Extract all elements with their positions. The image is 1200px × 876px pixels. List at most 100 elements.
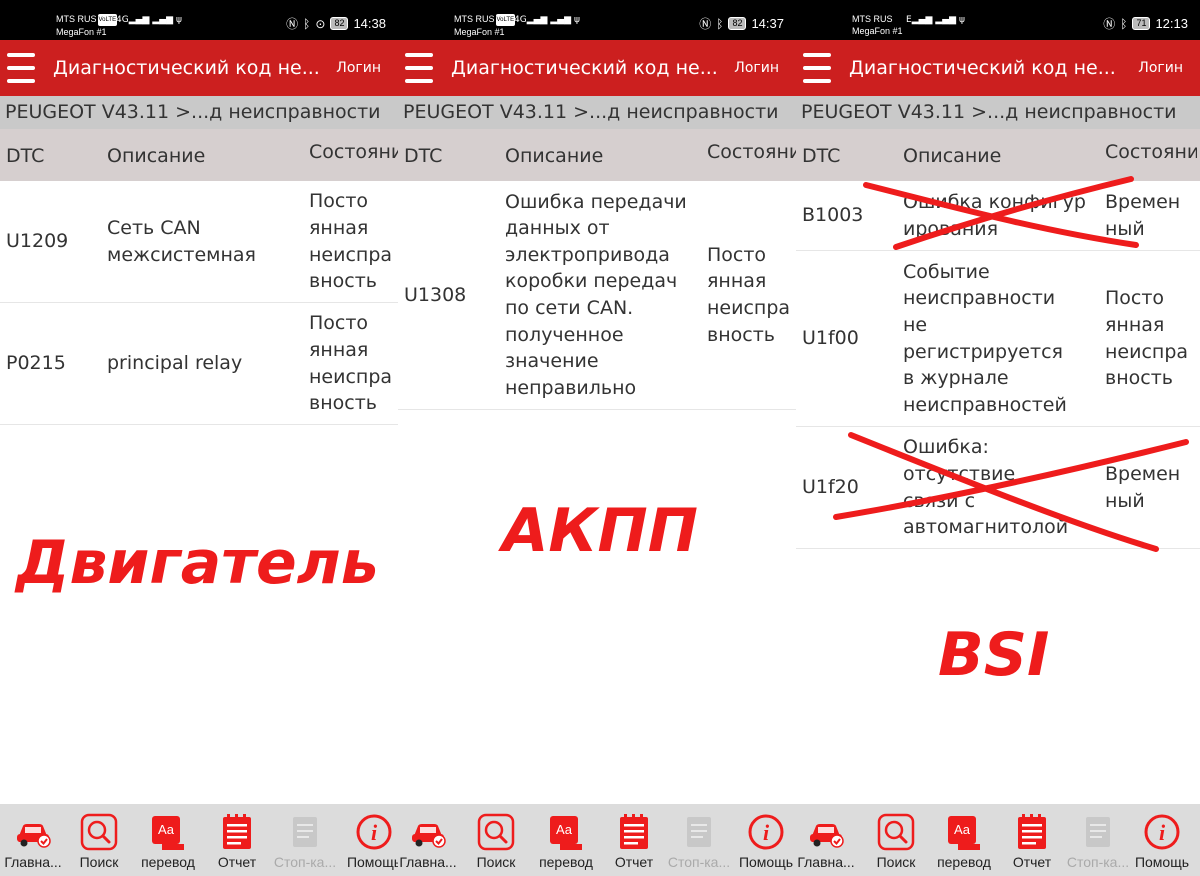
nav-label: перевод [141,854,195,870]
bluetooth-icon: ᛒ [716,16,724,31]
home-car-icon [408,812,448,852]
status-bar: MTS RUS VoLTE MegaFon #1 4G▂▄▆ ▂▄▆ ψ Ⓝ ᛒ … [398,0,796,40]
nav-label: перевод [539,854,593,870]
volte-badge: VoLTE [495,14,516,26]
table-row[interactable]: U1f20 Ошибка: отсутствие связи с автомаг… [796,427,1200,552]
dtc-description: Ошибка: отсутствие связи с автомагнитоло… [903,436,1069,539]
nav-item-report[interactable]: Отчет [999,804,1065,876]
freeze-frame-icon [679,812,719,852]
svg-text:i: i [1159,820,1166,845]
nav-item-search[interactable]: Поиск [463,804,529,876]
signal-icon: ▂▄▆ ▂▄▆ ψ [911,15,965,25]
dtc-state: Времен ный [1105,462,1181,512]
table-row[interactable]: B1003 Ошибка конфигур ирования Времен ны… [796,176,1200,251]
clock: 12:13 [1155,16,1188,31]
freeze-frame-icon [1078,812,1118,852]
svg-text:Aa: Aa [556,822,573,837]
nfc-icon: Ⓝ [699,17,712,31]
nav-item-translate[interactable]: Aa перевод [533,804,599,876]
report-icon [1012,812,1052,852]
hamburger-menu-icon[interactable] [7,53,35,83]
signal-icons: E▂▄▆ ▂▄▆ ψ [906,15,965,25]
dtc-description: Сеть CAN межсистемная [107,216,256,266]
dtc-code: U1308 [404,283,467,306]
column-header-state: Состояние [1105,141,1197,163]
table-header: DTC Описание Состояние [796,129,1200,181]
table-header: DTC Описание Состояние [398,129,796,181]
table-row[interactable]: U1209 Сеть CAN межсистемная Посто янная … [0,181,398,303]
nav-item-help-info[interactable]: i Помощь [1129,804,1195,876]
app-toolbar: Диагностический код не... Логин [0,40,398,96]
nav-item-translate[interactable]: Aa перевод [135,804,201,876]
column-header-dtc: DTC [404,145,443,167]
nav-item-home-car[interactable]: Главна... [796,804,859,876]
nav-item-home-car[interactable]: Главна... [398,804,461,876]
column-header-description: Описание [107,145,206,167]
table-row[interactable]: U1f00 Событие неисправности не регистрир… [796,251,1200,427]
nav-label: Отчет [1012,854,1052,870]
overlay-label: АКПП [502,496,698,566]
column-header-dtc: DTC [6,145,45,167]
bluetooth-icon: ᛒ [1120,16,1128,31]
status-bar: MTS RUS VoLTE MegaFon #1 4G▂▄▆ ▂▄▆ ψ Ⓝ ᛒ … [0,0,398,40]
column-header-state: Состояние [309,141,398,163]
nav-item-translate[interactable]: Aa перевод [931,804,997,876]
nav-label: Отчет [614,854,654,870]
status-right: Ⓝ ᛒ 82 14:37 [699,15,784,32]
carrier-info: MTS RUS MegaFon #1 [852,13,903,37]
battery-icon: 82 [728,17,747,30]
network-type: 4G [116,15,129,25]
nav-item-report[interactable]: Отчет [204,804,270,876]
nav-item-freeze-frame: Стоп-ка... [1065,804,1131,876]
nav-item-home-car[interactable]: Главна... [0,804,66,876]
table-row[interactable]: P0215 principal relay Посто янная неиспр… [0,303,398,425]
dtc-list: U1308 Ошибка передачи данных от электроп… [398,181,796,410]
svg-text:Aa: Aa [158,822,175,837]
nfc-icon: Ⓝ [1103,17,1116,31]
nav-label: перевод [937,854,991,870]
battery-icon: 71 [1132,17,1151,30]
location-icon: ⊙ [315,16,326,31]
app-toolbar: Диагностический код не... Логин [398,40,796,96]
svg-text:Aa: Aa [954,822,971,837]
nav-label: Помощь [346,854,398,870]
nav-label: Помощь [1134,854,1190,870]
nav-label: Поиск [876,854,916,870]
dtc-state: Посто янная неиспра вность [707,243,791,346]
dtc-code: U1209 [6,230,69,253]
status-right: Ⓝ ᛒ ⊙ 82 14:38 [286,15,386,32]
nav-item-help-info[interactable]: i Помощь [341,804,398,876]
hamburger-menu-icon[interactable] [803,53,831,83]
overlay-label: BSI [938,620,1050,690]
table-row[interactable]: U1308 Ошибка передачи данных от электроп… [398,181,796,410]
help-info-icon: i [354,812,394,852]
report-icon [217,812,257,852]
overlay-label: Двигатель [16,528,379,598]
nav-label: Поиск [476,854,516,870]
column-header-description: Описание [903,145,1002,167]
nav-label: Главна... [797,854,855,870]
home-car-icon [806,812,846,852]
carrier-info: MTS RUS VoLTE MegaFon #1 [56,13,120,38]
nav-item-search[interactable]: Поиск [66,804,132,876]
login-button[interactable]: Логин [1138,60,1183,76]
login-button[interactable]: Логин [336,60,381,76]
nav-item-search[interactable]: Поиск [863,804,929,876]
nav-item-help-info[interactable]: i Помощь [733,804,796,876]
battery-icon: 82 [330,17,349,30]
status-right: Ⓝ ᛒ 71 12:13 [1103,15,1188,32]
hamburger-menu-icon[interactable] [405,53,433,83]
signal-icons: 4G▂▄▆ ▂▄▆ ψ [116,15,182,25]
phone-screen-gearbox: MTS RUS VoLTE MegaFon #1 4G▂▄▆ ▂▄▆ ψ Ⓝ ᛒ … [398,0,796,876]
carrier-name-1: MTS RUS [56,14,97,24]
dtc-list: U1209 Сеть CAN межсистемная Посто янная … [0,181,398,425]
dtc-description: Ошибка передачи данных от электропривода… [505,190,687,399]
bottom-navigation: Главна... Поиск Aa перевод Отчет Стоп-ка... i П… [796,804,1200,876]
translate-icon: Aa [944,812,984,852]
login-button[interactable]: Логин [734,60,779,76]
nav-item-report[interactable]: Отчет [601,804,667,876]
signal-icons: 4G▂▄▆ ▂▄▆ ψ [514,15,580,25]
dtc-state: Посто янная неиспра вность [1105,287,1189,390]
signal-icon: ▂▄▆ ▂▄▆ ψ [526,15,580,25]
translate-icon: Aa [546,812,586,852]
